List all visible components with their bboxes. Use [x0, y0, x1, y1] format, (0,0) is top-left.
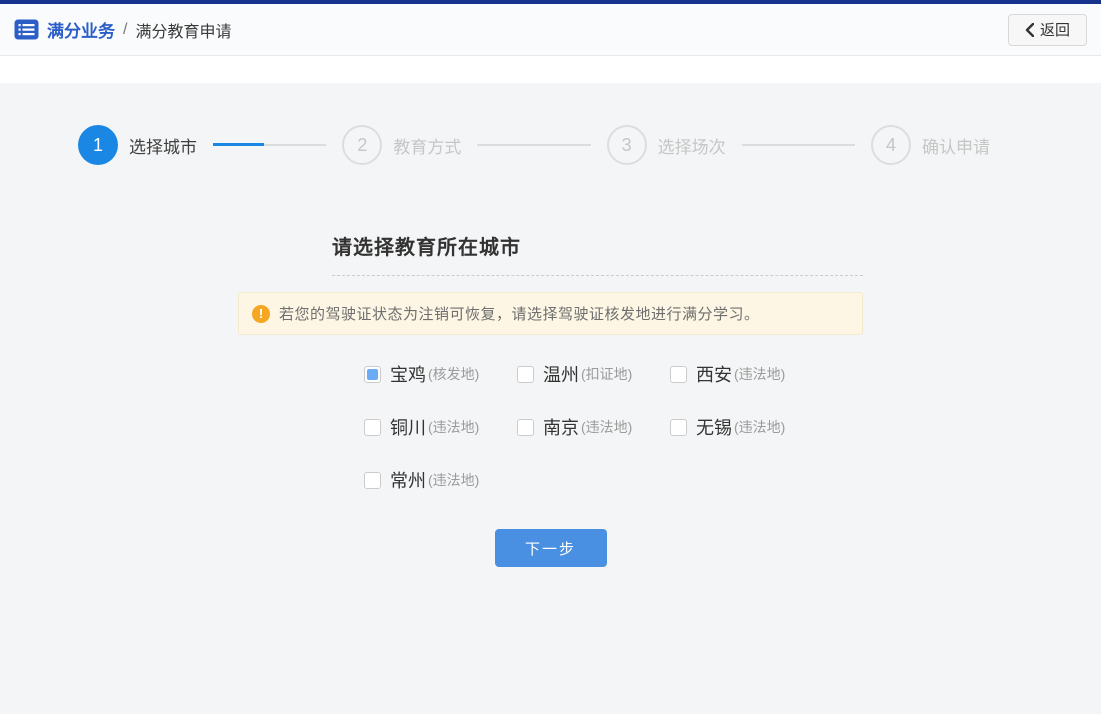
button-row: 下一步	[238, 529, 863, 567]
form-content: 请选择教育所在城市 ! 若您的驾驶证状态为注销可恢复，请选择驾驶证核发地进行满分…	[238, 231, 863, 567]
step-connector-3	[742, 144, 855, 146]
back-button-label: 返回	[1040, 19, 1070, 40]
city-name: 西安	[696, 361, 732, 387]
city-option-wenzhou[interactable]: 温州 (扣证地)	[517, 361, 670, 387]
step-2-label: 教育方式	[393, 133, 461, 158]
city-option-tongchuan[interactable]: 铜川 (违法地)	[364, 414, 517, 440]
step-3-label: 选择场次	[658, 133, 726, 158]
breadcrumb-current: 满分教育申请	[135, 18, 231, 42]
city-options-grid: 宝鸡 (核发地) 温州 (扣证地) 西安 (违法地) 铜川 (违法地) 南京	[364, 361, 863, 493]
city-type: (扣证地)	[581, 364, 632, 384]
step-connector-1	[213, 144, 326, 146]
checkbox-tongchuan[interactable]	[364, 419, 381, 436]
city-type: (违法地)	[428, 470, 479, 490]
main-panel: 1 选择城市 2 教育方式 3 选择场次 4 确认申请 请选择教育所在城市 ! …	[0, 83, 1101, 714]
back-button[interactable]: 返回	[1008, 14, 1087, 46]
title-block: 请选择教育所在城市	[332, 231, 863, 276]
city-name: 常州	[390, 467, 426, 493]
city-option-baoji[interactable]: 宝鸡 (核发地)	[364, 361, 517, 387]
city-type: (违法地)	[581, 417, 632, 437]
step-2-circle: 2	[342, 125, 382, 165]
step-1-label: 选择城市	[129, 133, 197, 158]
city-type: (违法地)	[734, 364, 785, 384]
step-3-select-session: 3 选择场次	[607, 125, 726, 165]
breadcrumb: 满分业务 / 满分教育申请	[14, 17, 231, 42]
checkbox-baoji[interactable]	[364, 366, 381, 383]
city-type: (核发地)	[428, 364, 479, 384]
city-type: (违法地)	[734, 417, 785, 437]
step-connector-2	[477, 144, 590, 146]
step-1-select-city: 1 选择城市	[78, 125, 197, 165]
step-3-circle: 3	[607, 125, 647, 165]
city-option-wuxi[interactable]: 无锡 (违法地)	[670, 414, 823, 440]
city-name: 宝鸡	[390, 361, 426, 387]
step-2-education-mode: 2 教育方式	[342, 125, 461, 165]
form-title: 请选择教育所在城市	[332, 231, 863, 260]
warning-icon: !	[252, 305, 270, 323]
checkbox-xian[interactable]	[670, 366, 687, 383]
notice-banner: ! 若您的驾驶证状态为注销可恢复，请选择驾驶证核发地进行满分学习。	[238, 292, 863, 335]
city-name: 铜川	[390, 414, 426, 440]
city-type: (违法地)	[428, 417, 479, 437]
notice-text: 若您的驾驶证状态为注销可恢复，请选择驾驶证核发地进行满分学习。	[279, 303, 760, 324]
city-name: 南京	[543, 414, 579, 440]
checkbox-wuxi[interactable]	[670, 419, 687, 436]
chevron-left-icon	[1025, 23, 1034, 37]
stepper: 1 选择城市 2 教育方式 3 选择场次 4 确认申请	[78, 83, 990, 165]
header: 满分业务 / 满分教育申请 返回	[0, 4, 1101, 56]
step-1-circle: 1	[78, 125, 118, 165]
checkbox-changzhou[interactable]	[364, 472, 381, 489]
step-4-label: 确认申请	[922, 133, 990, 158]
city-option-changzhou[interactable]: 常州 (违法地)	[364, 467, 517, 493]
city-option-xian[interactable]: 西安 (违法地)	[670, 361, 823, 387]
checkbox-wenzhou[interactable]	[517, 366, 534, 383]
breadcrumb-separator: /	[123, 21, 127, 39]
city-name: 无锡	[696, 414, 732, 440]
step-4-circle: 4	[871, 125, 911, 165]
list-icon	[14, 19, 39, 40]
city-option-nanjing[interactable]: 南京 (违法地)	[517, 414, 670, 440]
step-progress	[213, 143, 264, 146]
city-name: 温州	[543, 361, 579, 387]
checkbox-nanjing[interactable]	[517, 419, 534, 436]
next-step-button[interactable]: 下一步	[495, 529, 607, 567]
breadcrumb-section[interactable]: 满分业务	[47, 17, 115, 42]
step-4-confirm: 4 确认申请	[871, 125, 990, 165]
